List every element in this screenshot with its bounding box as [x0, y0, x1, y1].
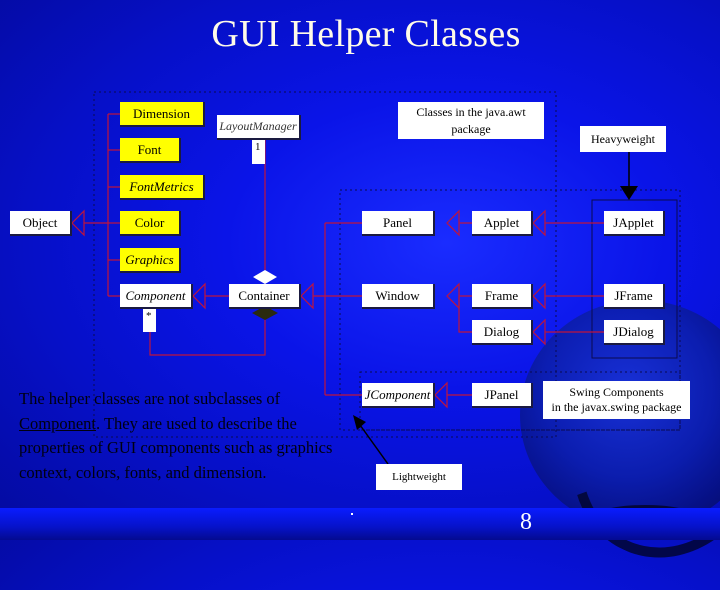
- component-multiplicity: *: [143, 309, 156, 332]
- class-object: Object: [10, 211, 72, 236]
- awt-package-note-line2: package: [451, 121, 491, 136]
- class-jcomponent: JComponent: [362, 383, 435, 408]
- class-fontmetrics: FontMetrics: [120, 175, 205, 200]
- class-applet: Applet: [472, 211, 533, 236]
- awt-package-note-line1: Classes in the java.awt: [416, 104, 526, 119]
- class-jframe: JFrame: [604, 284, 665, 309]
- class-jdialog: JDialog: [604, 320, 665, 345]
- class-layoutmanager: LayoutManager: [217, 115, 301, 140]
- slide-marker: [351, 513, 353, 515]
- class-dialog: Dialog: [472, 320, 533, 345]
- component-inheritance-arrow: [192, 282, 206, 310]
- swing-package-note-line2: in the javax.swing package: [551, 400, 682, 414]
- aggregation-diamond: [253, 270, 277, 284]
- helper-description: The helper classes are not subclasses of…: [19, 387, 339, 485]
- heavyweight-arrow: [620, 186, 638, 200]
- class-dimension: Dimension: [120, 102, 205, 127]
- class-graphics: Graphics: [120, 248, 181, 273]
- awt-package-note: Classes in the java.awt package: [398, 102, 544, 139]
- class-japplet: JApplet: [604, 211, 665, 236]
- heavyweight-note: Heavyweight: [580, 126, 666, 152]
- helper-text-before: The helper classes are not subclasses of: [19, 389, 281, 408]
- container-inheritance-arrow: [300, 282, 314, 310]
- class-component: Component: [120, 284, 193, 309]
- class-color: Color: [120, 211, 181, 236]
- swing-package-note-line1: Swing Components: [569, 385, 664, 399]
- class-frame: Frame: [472, 284, 533, 309]
- class-jpanel: JPanel: [472, 383, 533, 408]
- object-inheritance-arrow: [71, 209, 85, 237]
- component-link[interactable]: Component: [19, 414, 96, 433]
- class-font: Font: [120, 138, 181, 163]
- layoutmanager-multiplicity: 1: [252, 140, 265, 164]
- swing-package-note: Swing Components in the javax.swing pack…: [543, 381, 690, 419]
- class-window: Window: [362, 284, 435, 309]
- class-container: Container: [229, 284, 301, 309]
- page-number: 8: [520, 509, 532, 535]
- lightweight-note: Lightweight: [376, 464, 462, 490]
- class-panel: Panel: [362, 211, 435, 236]
